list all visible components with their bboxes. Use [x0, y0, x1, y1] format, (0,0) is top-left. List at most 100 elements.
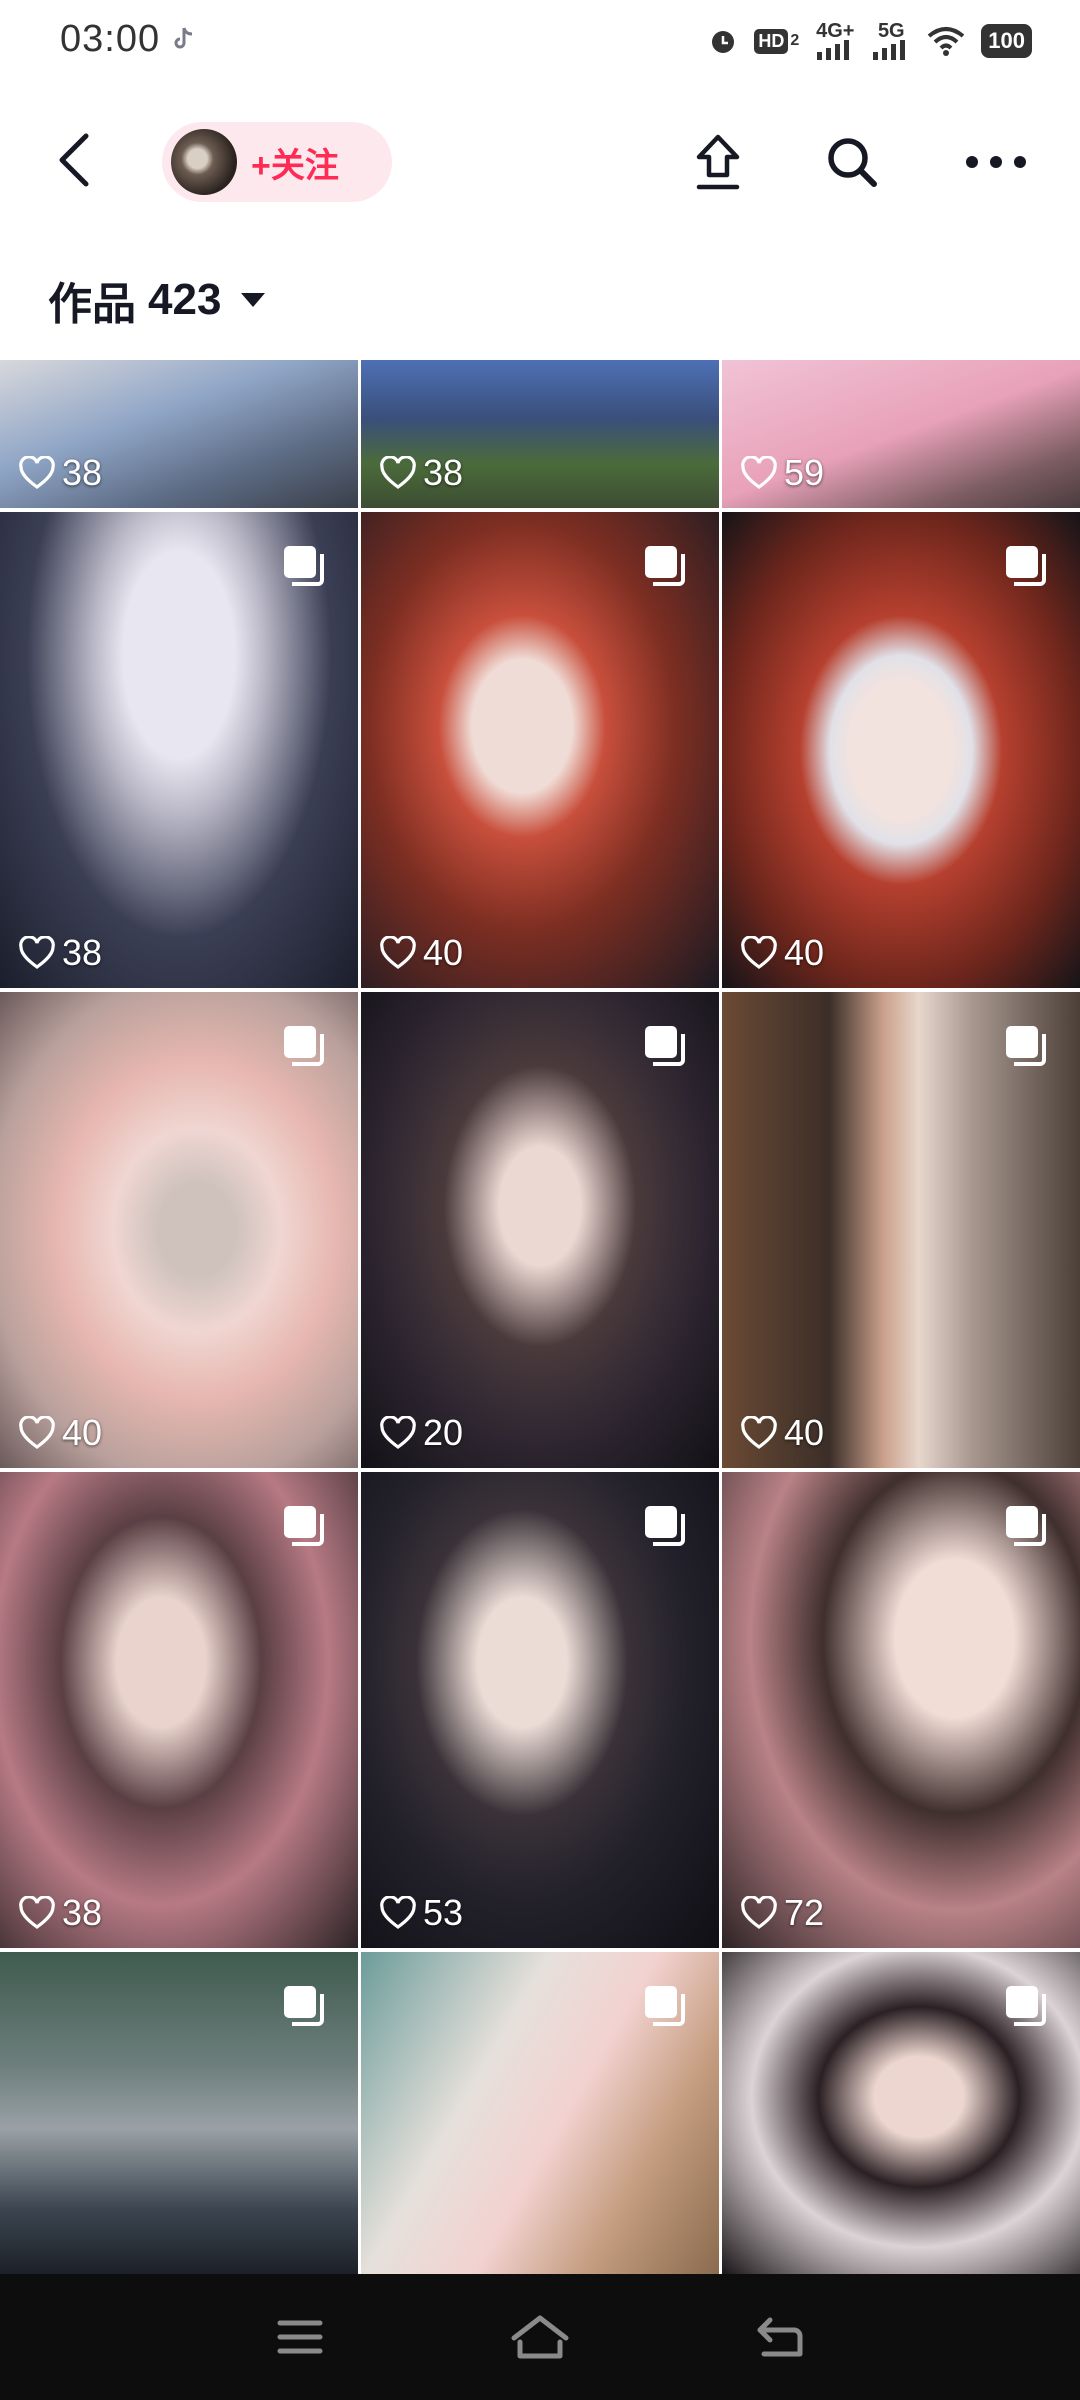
heart-icon [741, 456, 777, 489]
heart-icon [19, 1896, 55, 1929]
works-count: 423 [148, 275, 222, 324]
like-count-value: 59 [784, 452, 825, 493]
like-count: 40 [740, 932, 824, 974]
heart-icon [380, 1416, 416, 1449]
more-button[interactable] [958, 124, 1034, 200]
heart-icon [741, 1896, 777, 1929]
multi-image-icon [284, 1026, 324, 1066]
like-count-value: 40 [784, 932, 825, 973]
like-count-value: 72 [784, 1892, 825, 1933]
share-button[interactable] [680, 124, 756, 200]
home-icon [511, 2315, 569, 2359]
system-nav-bar [0, 2274, 1080, 2400]
status-bar: 03:00 HD 2 4G+ 5G 100 [0, 0, 1080, 84]
like-count: 38 [379, 452, 463, 494]
video-tile[interactable]: 38 [0, 1472, 358, 1948]
multi-image-icon [645, 546, 685, 586]
like-count: 38 [18, 1892, 102, 1934]
like-count: 38 [18, 452, 102, 494]
multi-image-icon [645, 1986, 685, 2026]
back-nav-button[interactable] [740, 2302, 820, 2372]
menu-icon [277, 2320, 323, 2354]
like-count-value: 20 [423, 1412, 464, 1453]
video-tile[interactable]: 40 [0, 992, 358, 1468]
video-tile[interactable]: 40 [361, 512, 719, 988]
like-count: 40 [379, 932, 463, 974]
like-count: 53 [379, 1892, 463, 1934]
video-tile[interactable]: 53 [361, 1472, 719, 1948]
back-icon [59, 133, 89, 187]
video-tile[interactable]: 59 [722, 360, 1080, 508]
video-tile[interactable]: 20 [361, 992, 719, 1468]
video-tile[interactable]: 38 [0, 360, 358, 508]
multi-image-icon [284, 1506, 324, 1546]
follow-button[interactable]: +关注 [162, 122, 392, 202]
battery-level: 100 [988, 28, 1025, 53]
network-5g-label: 5G [877, 20, 905, 42]
works-filter[interactable]: 作品 423 [48, 268, 267, 332]
multi-image-icon [645, 1026, 685, 1066]
like-count: 38 [18, 932, 102, 974]
status-time: 03:00 [60, 18, 161, 60]
search-icon [828, 138, 877, 187]
heart-icon [380, 1896, 416, 1929]
like-count: 59 [740, 452, 824, 494]
hd-voice-icon: HD 2 [754, 28, 800, 54]
profile-header: +关注 [0, 84, 1080, 234]
like-count: 40 [18, 1412, 102, 1454]
multi-image-icon [284, 1986, 324, 2026]
multi-image-icon [1006, 1026, 1046, 1066]
multi-image-icon [645, 1506, 685, 1546]
follow-label: +关注 [251, 146, 339, 185]
video-tile[interactable]: 40 [722, 512, 1080, 988]
video-tile[interactable]: 72 [722, 1472, 1080, 1948]
hd-label: HD [754, 28, 789, 54]
works-label: 作品 [48, 280, 136, 329]
like-count-value: 40 [62, 1412, 103, 1453]
hd-sub-label: 2 [790, 32, 800, 49]
wifi-icon [927, 26, 965, 56]
signal-5g-icon: 5G [871, 20, 911, 60]
recents-button[interactable] [260, 2302, 340, 2372]
more-icon [966, 156, 1026, 168]
like-count-value: 40 [423, 932, 464, 973]
multi-image-icon [284, 546, 324, 586]
like-count: 40 [740, 1412, 824, 1454]
signal-4g-icon: 4G+ [815, 20, 855, 60]
back-button[interactable] [44, 122, 104, 198]
tiktok-notification-icon [172, 26, 194, 57]
like-count-value: 53 [423, 1892, 464, 1933]
heart-icon [19, 936, 55, 969]
video-tile[interactable]: 38 [0, 512, 358, 988]
like-count-value: 40 [784, 1412, 825, 1453]
video-grid: 38 38 59 38 40 40 40 20 40 38 53 72 [0, 360, 1080, 2274]
avatar [171, 129, 237, 195]
video-tile[interactable]: 40 [722, 992, 1080, 1468]
like-count-value: 38 [62, 1892, 103, 1933]
heart-icon [741, 936, 777, 969]
like-count-value: 38 [62, 932, 103, 973]
search-button[interactable] [814, 124, 890, 200]
multi-image-icon [1006, 1506, 1046, 1546]
heart-icon [380, 456, 416, 489]
like-count: 20 [379, 1412, 463, 1454]
network-4g-label: 4G+ [816, 20, 855, 42]
multi-image-icon [1006, 546, 1046, 586]
heart-icon [380, 936, 416, 969]
like-count-value: 38 [62, 452, 103, 493]
like-count-value: 38 [423, 452, 464, 493]
battery-icon: 100 [981, 24, 1032, 58]
video-tile[interactable] [361, 1952, 719, 2274]
share-icon [696, 134, 740, 190]
caret-down-icon [241, 293, 266, 307]
return-icon [757, 2317, 803, 2357]
heart-icon [19, 1416, 55, 1449]
heart-icon [741, 1416, 777, 1449]
home-button[interactable] [500, 2302, 580, 2372]
video-tile[interactable]: 38 [361, 360, 719, 508]
video-tile[interactable] [0, 1952, 358, 2274]
multi-image-icon [1006, 1986, 1046, 2026]
video-tile[interactable] [722, 1952, 1080, 2274]
alarm-icon [708, 26, 738, 56]
like-count: 72 [740, 1892, 824, 1934]
